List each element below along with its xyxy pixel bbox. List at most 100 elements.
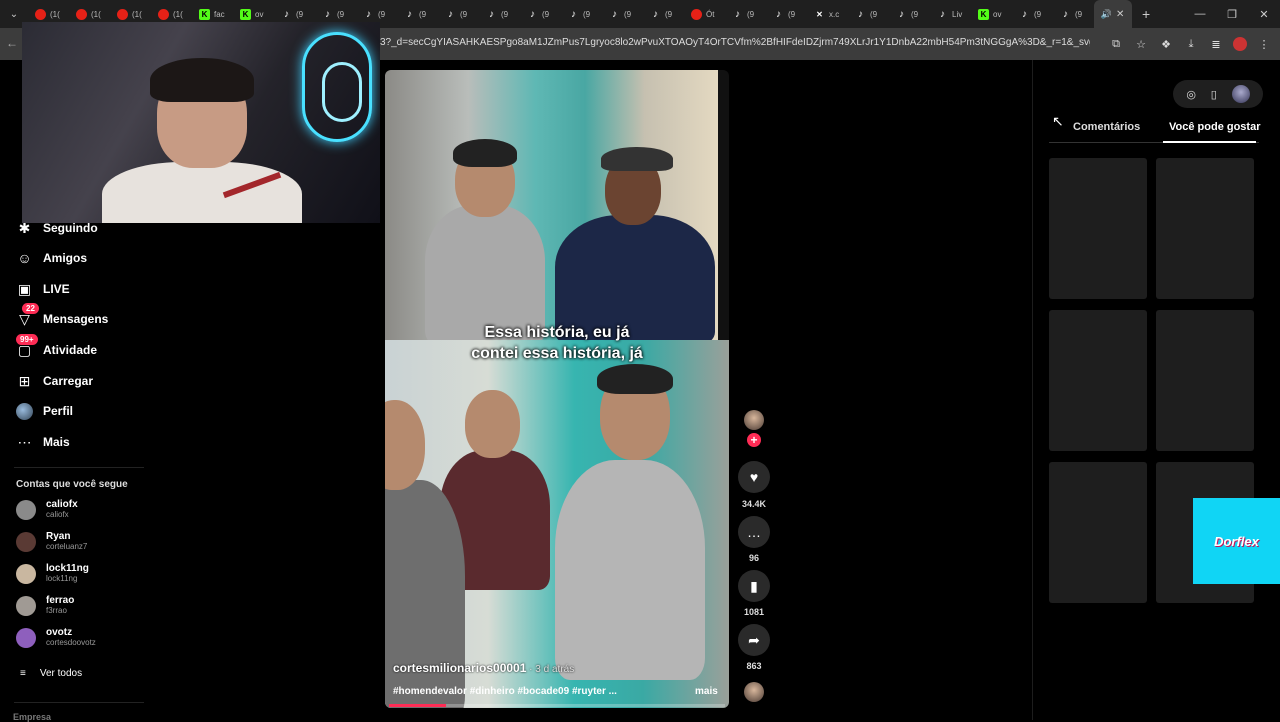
save-button[interactable]: ▮ <box>738 570 770 602</box>
avatar <box>16 499 36 520</box>
sidebar-item-messages[interactable]: ▽ 22 Mensagens <box>16 302 108 330</box>
post-time: · 3 d atrás <box>526 664 575 675</box>
sidebar-item-profile[interactable]: Perfil <box>16 400 73 422</box>
follow-plus-icon[interactable]: + <box>747 433 761 447</box>
account-handle: f3rrao <box>46 606 67 615</box>
tiktok-icon: ♪ <box>776 8 781 20</box>
avatar[interactable] <box>1231 85 1250 103</box>
close-tab-icon[interactable]: ✕ <box>1116 9 1124 20</box>
sidebar-item-label: Seguindo <box>43 221 98 235</box>
media-control-icon[interactable]: ≣ <box>1208 34 1224 54</box>
video-progress-bar[interactable] <box>389 704 725 707</box>
mobile-icon[interactable]: ▯ <box>1211 88 1217 101</box>
author-name[interactable]: cortesmilionarios00001 <box>393 661 526 675</box>
tab-label: fac <box>214 9 225 19</box>
sidebar-item-friends[interactable]: ☺ Amigos <box>16 247 87 269</box>
download-icon[interactable]: ⤓ <box>1183 34 1199 54</box>
active-tab[interactable]: 🔊 ✕ <box>1094 0 1132 28</box>
compass-icon[interactable]: ◎ <box>1186 88 1196 101</box>
browser-tab[interactable]: ✕ x.c <box>807 0 848 28</box>
install-app-icon[interactable]: ⧉ <box>1108 34 1124 54</box>
suggested-thumbnail[interactable] <box>1049 310 1147 451</box>
browser-tab[interactable]: Ót <box>684 0 725 28</box>
browser-tab[interactable]: ♪ Liv <box>930 0 971 28</box>
restore-icon[interactable]: ❐ <box>1216 0 1248 28</box>
minimize-icon[interactable]: — <box>1184 0 1216 28</box>
avatar <box>16 531 36 552</box>
video-author[interactable]: cortesmilionarios00001 · 3 d atrás <box>393 661 574 675</box>
browser-tab[interactable]: Kov <box>971 0 1012 28</box>
sidebar-item-activity[interactable]: ▢ 99+ Atividade <box>16 333 97 361</box>
close-window-icon[interactable]: ✕ <box>1248 0 1280 28</box>
sidebar-item-live[interactable]: ▣ LIVE <box>16 278 70 300</box>
video-player[interactable]: Essa história, eu já contei essa históri… <box>385 70 729 708</box>
browser-tab[interactable]: ♪ (9 <box>766 0 807 28</box>
browser-tab[interactable]: ♪ (9 <box>520 0 561 28</box>
suggested-thumbnail[interactable] <box>1049 462 1147 603</box>
live-icon: ▣ <box>17 280 32 297</box>
sidebar-item-label: Perfil <box>43 404 74 418</box>
browser-tab[interactable]: ♪ (9 <box>438 0 479 28</box>
video-hashtags[interactable]: #homendevalor #dinheiro #bocade09 #ruyte… <box>393 686 617 697</box>
url-field[interactable]: 3?_d=secCgYIASAHKAESPgo8aM1JZmPus7Lgryoc… <box>380 37 1090 48</box>
tab-label: (9 <box>870 9 878 19</box>
dorflex-ad[interactable]: Dorflex <box>1193 498 1280 584</box>
comment-count: 96 <box>748 553 759 563</box>
tab-suggested[interactable]: Você pode gostar <box>1169 121 1260 133</box>
account-handle: caliofx <box>46 510 69 519</box>
following-account[interactable]: ferrao f3rrao <box>16 595 74 616</box>
back-arrow-icon[interactable]: ← <box>6 36 18 50</box>
following-account[interactable]: ovotz cortesdoovotz <box>16 627 96 648</box>
browser-tab[interactable]: ♪ (9 <box>1012 0 1053 28</box>
see-all-button[interactable]: ≡ Ver todos <box>20 668 82 679</box>
tab-label: (9 <box>296 9 304 19</box>
account-text: lock11ng lock11ng <box>46 563 89 584</box>
browser-tab[interactable]: ♪ (9 <box>397 0 438 28</box>
top-right-controls: ◎ ▯ <box>1173 80 1263 108</box>
browser-tab[interactable]: ♪ (9 <box>889 0 930 28</box>
tab-label: Liv <box>952 9 963 19</box>
tab-label: (9 <box>501 9 509 19</box>
music-disc-avatar[interactable] <box>744 682 764 702</box>
new-tab-icon[interactable]: + <box>1142 6 1150 22</box>
tab-label: (9 <box>624 9 632 19</box>
browser-profile-avatar[interactable] <box>1233 37 1247 51</box>
tab-label: (9 <box>378 9 386 19</box>
browser-tab[interactable]: ♪ (9 <box>479 0 520 28</box>
share-icon: ➦ <box>748 631 760 648</box>
following-account[interactable]: caliofx caliofx <box>16 499 78 520</box>
ad-logo-text: Dorflex <box>1214 533 1259 549</box>
extensions-icon[interactable]: ❖ <box>1158 34 1174 54</box>
author-avatar[interactable] <box>744 410 764 430</box>
tab-search-chevron-icon[interactable]: ⌄ <box>4 4 24 24</box>
more-button[interactable]: mais <box>695 686 718 697</box>
browser-tab[interactable]: ♪ (9 <box>848 0 889 28</box>
suggested-thumbnail[interactable] <box>1156 158 1254 299</box>
browser-menu-icon[interactable]: ⋮ <box>1256 34 1272 54</box>
suggested-thumbnail[interactable] <box>1049 158 1147 299</box>
share-button[interactable]: ➦ <box>738 624 770 656</box>
browser-tab[interactable]: ♪ (9 <box>643 0 684 28</box>
tab-label: (9 <box>788 9 796 19</box>
sidebar-item-more[interactable]: ⋯ Mais <box>16 431 70 453</box>
youtube-icon <box>117 8 128 20</box>
sidebar-item-upload[interactable]: ⊞ Carregar <box>16 370 93 392</box>
company-link[interactable]: Empresa <box>13 712 51 722</box>
following-account[interactable]: Ryan corteluanz7 <box>16 531 87 552</box>
tab-comments[interactable]: Comentários <box>1073 121 1140 133</box>
save-count: 1081 <box>743 607 765 617</box>
browser-tab[interactable]: ♪ (9 <box>1053 0 1094 28</box>
comment-button[interactable]: … <box>738 516 770 548</box>
following-account[interactable]: lock11ng lock11ng <box>16 563 89 584</box>
like-button[interactable]: ♥ <box>738 461 770 493</box>
account-handle: lock11ng <box>46 574 78 583</box>
tab-label: x.c <box>829 9 840 19</box>
tiktok-icon: ♪ <box>653 8 658 20</box>
browser-tab[interactable]: ♪ (9 <box>725 0 766 28</box>
comment-icon: … <box>747 524 761 540</box>
browser-tab[interactable]: ♪ (9 <box>602 0 643 28</box>
browser-tab[interactable]: ♪ (9 <box>561 0 602 28</box>
suggested-thumbnail[interactable] <box>1156 310 1254 451</box>
bookmark-star-icon[interactable]: ☆ <box>1133 34 1149 54</box>
neon-light <box>322 62 362 122</box>
